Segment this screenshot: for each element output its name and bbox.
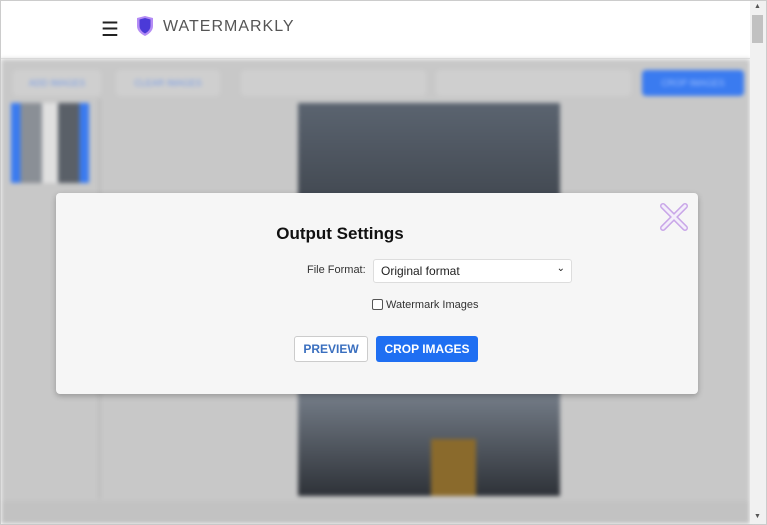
watermark-images-label[interactable]: Watermark Images	[386, 299, 479, 311]
clear-images-button[interactable]: CLEAR IMAGES	[116, 70, 220, 96]
hamburger-icon[interactable]: ☰	[101, 17, 119, 42]
watermark-images-checkbox[interactable]	[372, 299, 383, 310]
app-header: ☰ WATERMARKLY	[1, 1, 752, 59]
scroll-up-icon[interactable]: ▲	[754, 3, 761, 10]
preset-select[interactable]	[241, 70, 426, 96]
zoom-slider[interactable]	[436, 70, 631, 96]
dialog-title: Output Settings	[276, 224, 404, 243]
brand-name: WATERMARKLY	[163, 18, 295, 35]
output-settings-dialog: Output Settings File Format: Original fo…	[56, 193, 698, 394]
shield-icon	[137, 16, 153, 36]
scroll-down-icon[interactable]: ▼	[754, 513, 761, 520]
preview-button[interactable]: PREVIEW	[294, 336, 368, 362]
scrollbar-thumb[interactable]	[752, 15, 763, 43]
file-format-label: File Format:	[307, 264, 366, 276]
scrollbar[interactable]: ▲ ▼	[750, 1, 766, 524]
crop-images-button[interactable]: CROP IMAGES	[376, 336, 478, 362]
chevron-down-icon: ⌄	[556, 263, 565, 274]
footer-bar	[1, 501, 750, 524]
thumbnail[interactable]	[11, 103, 89, 183]
image-detail	[431, 439, 476, 496]
file-format-value: Original format	[381, 264, 460, 278]
add-images-button[interactable]: ADD IMAGES	[13, 70, 101, 96]
toolbar-crop-button[interactable]: CROP IMAGES	[642, 70, 744, 96]
close-icon[interactable]	[660, 203, 688, 231]
file-format-select[interactable]: Original format ⌄	[373, 259, 572, 283]
